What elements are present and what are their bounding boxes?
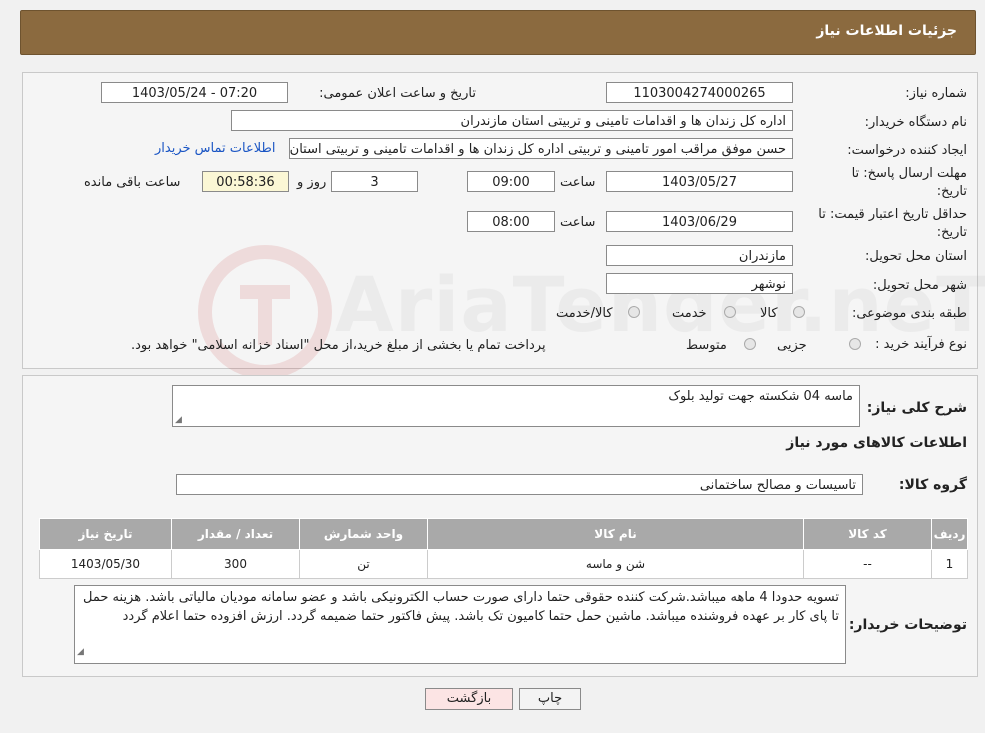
need-number-field: 1103004274000265 [606, 82, 793, 103]
validity-time-label: ساعت [560, 215, 596, 230]
days-label: روز و [297, 175, 327, 190]
requester-label: ایجاد کننده درخواست: [847, 143, 967, 158]
announce-field: 1403/05/24 - 07:20 [101, 82, 288, 103]
summary-label: شرح کلی نیاز: [866, 400, 967, 416]
need-number-label: شماره نیاز: [905, 86, 967, 101]
process-option-minor: جزیی [777, 338, 807, 353]
summary-textarea: ماسه 04 شکسته جهت تولید بلوک ◢ [172, 385, 860, 427]
validity-label-2: تاریخ: [936, 225, 967, 240]
goods-group-field: تاسیسات و مصالح ساختمانی [176, 474, 863, 495]
province-field: مازندران [606, 245, 793, 266]
category-radio-service[interactable] [724, 306, 736, 318]
buyer-contact-link[interactable]: اطلاعات تماس خریدار [155, 141, 275, 156]
col-header-quantity: تعداد / مقدار [171, 518, 300, 550]
process-note: پرداخت تمام یا بخشی از مبلغ خرید،از محل … [131, 338, 546, 353]
table-row: 1 -- شن و ماسه تن 300 1403/05/30 [39, 549, 968, 579]
cell-goods-name: شن و ماسه [427, 549, 804, 579]
buyer-notes-textarea: تسویه حدودا 4 ماهه میباشد.شرکت کننده حقو… [74, 585, 846, 664]
buyer-notes-text: تسویه حدودا 4 ماهه میباشد.شرکت کننده حقو… [83, 590, 839, 624]
col-header-unit: واحد شمارش [299, 518, 428, 550]
process-radio-minor[interactable] [849, 338, 861, 350]
reply-deadline-label-2: تاریخ: [936, 184, 967, 199]
reply-time-label: ساعت [560, 175, 596, 190]
buyer-notes-label: توضیحات خریدار: [848, 617, 967, 633]
category-option-goods: کالا [760, 306, 778, 321]
table-header-row: ردیف کد کالا نام کالا واحد شمارش تعداد /… [39, 518, 968, 550]
resize-grip-icon[interactable]: ◢ [175, 415, 182, 425]
category-label: طبقه بندی موضوعی: [851, 306, 967, 321]
category-option-goods-service: کالا/خدمت [556, 306, 613, 321]
goods-info-title: اطلاعات کالاهای مورد نیاز [786, 435, 967, 451]
reply-time-field: 09:00 [467, 171, 555, 192]
goods-group-label: گروه کالا: [898, 477, 967, 493]
validity-time-field: 08:00 [467, 211, 555, 232]
cell-quantity: 300 [171, 549, 300, 579]
city-label: شهر محل تحویل: [872, 278, 967, 293]
watermark-logo-icon [198, 245, 332, 379]
summary-text: ماسه 04 شکسته جهت تولید بلوک [668, 389, 853, 404]
resize-grip-icon[interactable]: ◢ [77, 643, 84, 662]
buyer-org-label: نام دستگاه خریدار: [864, 115, 967, 130]
reply-date-field: 1403/05/27 [606, 171, 793, 192]
col-header-need-date: تاریخ نیاز [39, 518, 172, 550]
reply-deadline-label: مهلت ارسال پاسخ: تا [851, 166, 967, 181]
city-field: نوشهر [606, 273, 793, 294]
validity-date-field: 1403/06/29 [606, 211, 793, 232]
category-option-service: خدمت [672, 306, 707, 321]
cell-unit: تن [299, 549, 428, 579]
print-button[interactable]: چاپ [519, 688, 581, 710]
category-radio-goods[interactable] [793, 306, 805, 318]
process-label: نوع فرآیند خرید : [875, 337, 967, 352]
announce-label: تاریخ و ساعت اعلان عمومی: [319, 86, 476, 101]
cell-need-date: 1403/05/30 [39, 549, 172, 579]
days-field: 3 [331, 171, 418, 192]
page-title: جزئیات اطلاعات نیاز [816, 23, 957, 39]
buyer-org-field: اداره کل زندان ها و اقدامات تامینی و ترب… [231, 110, 793, 131]
requester-field: حسن موفق مراقب امور تامینی و تربیتی ادار… [289, 138, 793, 159]
goods-table: ردیف کد کالا نام کالا واحد شمارش تعداد /… [39, 518, 968, 579]
process-option-medium: متوسط [686, 338, 727, 353]
back-button[interactable]: بازگشت [425, 688, 513, 710]
validity-label: حداقل تاریخ اعتبار قیمت: تا [818, 207, 967, 222]
cell-goods-code: -- [803, 549, 932, 579]
province-label: استان محل تحویل: [865, 249, 967, 264]
process-radio-medium[interactable] [744, 338, 756, 350]
category-radio-goods-service[interactable] [628, 306, 640, 318]
cell-row-number: 1 [931, 549, 968, 579]
col-header-goods-name: نام کالا [427, 518, 804, 550]
page-header: جزئیات اطلاعات نیاز [20, 10, 976, 55]
remaining-time-field: 00:58:36 [202, 171, 289, 192]
col-header-row-number: ردیف [931, 518, 968, 550]
remaining-time-label: ساعت باقی مانده [84, 175, 181, 190]
col-header-goods-code: کد کالا [803, 518, 932, 550]
